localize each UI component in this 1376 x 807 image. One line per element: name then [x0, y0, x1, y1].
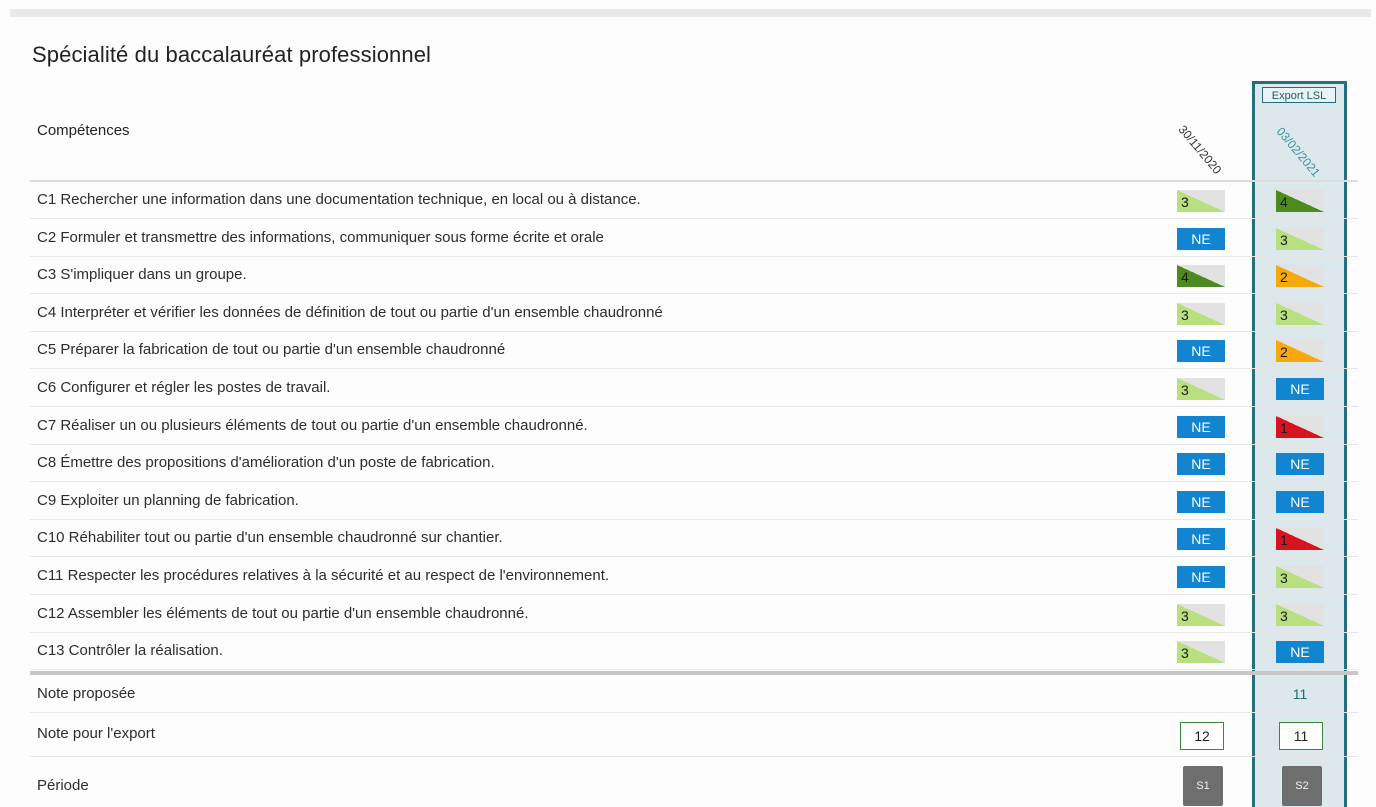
evaluation-badge-1[interactable]: 3	[1177, 641, 1225, 664]
evaluation-level: 2	[1280, 269, 1288, 286]
competence-label: C5 Préparer la fabrication de tout ou pa…	[37, 341, 506, 359]
top-separator	[10, 9, 1371, 17]
evaluation-level: 4	[1280, 194, 1288, 210]
evaluation-badge-2[interactable]: 3	[1276, 603, 1324, 626]
competence-row: C3 S'impliquer dans un groupe. 4 2	[30, 257, 1358, 295]
evaluation-badge-2[interactable]: NE	[1276, 641, 1324, 664]
evaluation-badge-2[interactable]: 2	[1276, 340, 1324, 363]
note-export-row: Note pour l'export 12 11	[30, 713, 1358, 757]
periode-s1-button[interactable]: S1	[1183, 766, 1223, 806]
evaluation-badge-2[interactable]: 4	[1276, 190, 1324, 212]
evaluation-badge-1[interactable]: 3	[1177, 378, 1225, 400]
competence-row: C13 Contrôler la réalisation. 3 NE	[30, 633, 1358, 671]
competence-row: C6 Configurer et régler les postes de tr…	[30, 370, 1358, 407]
note-proposee-row: Note proposée 11	[30, 675, 1358, 713]
note-export-label: Note pour l'export	[37, 725, 155, 742]
competence-row: C11 Respecter les procédures relatives à…	[30, 558, 1358, 595]
evaluation-level: 1	[1280, 532, 1288, 549]
evaluation-badge-1[interactable]: NE	[1177, 566, 1225, 588]
competence-row: C12 Assembler les éléments de tout ou pa…	[30, 596, 1358, 633]
evaluation-badge-1[interactable]: 4	[1177, 265, 1225, 288]
evaluation-badge-1[interactable]: 3	[1177, 603, 1225, 626]
competence-row: C4 Interpréter et vérifier les données d…	[30, 295, 1358, 332]
evaluation-badge-2[interactable]: 1	[1276, 415, 1324, 438]
competence-row: C5 Préparer la fabrication de tout ou pa…	[30, 332, 1358, 370]
note-proposee-label: Note proposée	[37, 685, 136, 702]
evaluation-badge-2[interactable]: 3	[1276, 302, 1324, 325]
competence-label: C4 Interpréter et vérifier les données d…	[37, 303, 663, 321]
evaluation-badge-2[interactable]: 2	[1276, 265, 1324, 288]
competence-label: C12 Assembler les éléments de tout ou pa…	[37, 604, 529, 622]
note-export-input-2[interactable]: 11	[1279, 722, 1323, 750]
evaluation-level: 1	[1280, 419, 1288, 436]
evaluation-level: 3	[1280, 607, 1288, 624]
evaluation-badge-1[interactable]: 3	[1177, 302, 1225, 325]
evaluation-badge-1[interactable]: NE	[1177, 415, 1225, 438]
competence-label: C8 Émettre des propositions d'améliorati…	[37, 454, 495, 472]
competence-row: C10 Réhabiliter tout ou partie d'un ense…	[30, 520, 1358, 558]
evaluation-badge-2[interactable]: 3	[1276, 227, 1324, 250]
evaluation-level: 3	[1181, 306, 1189, 323]
evaluation-level: 3	[1280, 306, 1288, 323]
evaluation-badge-2[interactable]: NE	[1276, 490, 1324, 513]
competence-label: C7 Réaliser un ou plusieurs éléments de …	[37, 416, 588, 434]
competences-header: Compétences	[37, 122, 130, 139]
evaluation-badge-1[interactable]: 3	[1177, 190, 1225, 212]
competence-row: C9 Exploiter un planning de fabrication.…	[30, 483, 1358, 520]
note-proposee-value: 11	[1292, 686, 1308, 702]
evaluation-badge-2[interactable]: NE	[1276, 378, 1324, 400]
competence-label: C6 Configurer et régler les postes de tr…	[37, 379, 331, 396]
competence-row: C7 Réaliser un ou plusieurs éléments de …	[30, 408, 1358, 445]
evaluation-badge-1[interactable]: NE	[1177, 453, 1225, 476]
periode-s2-button[interactable]: S2	[1282, 766, 1322, 806]
competence-label: C1 Rechercher une information dans une d…	[37, 191, 641, 208]
evaluation-level: 3	[1181, 645, 1189, 662]
competence-label: C3 S'impliquer dans un groupe.	[37, 266, 247, 284]
evaluation-level: 3	[1280, 570, 1288, 586]
date-column-header-1: 30/11/2020	[1175, 122, 1225, 177]
evaluation-badge-2[interactable]: 3	[1276, 566, 1324, 588]
export-lsl-button[interactable]: Export LSL	[1262, 87, 1336, 103]
evaluation-badge-2[interactable]: NE	[1276, 453, 1324, 476]
evaluation-badge-1[interactable]: NE	[1177, 490, 1225, 513]
evaluation-level: 4	[1181, 269, 1189, 286]
evaluation-level: 3	[1280, 231, 1288, 248]
note-export-input-1[interactable]: 12	[1180, 722, 1224, 750]
evaluation-badge-1[interactable]: NE	[1177, 340, 1225, 363]
evaluation-level: 3	[1181, 382, 1189, 398]
competence-row: C2 Formuler et transmettre des informati…	[30, 220, 1358, 257]
competence-label: C11 Respecter les procédures relatives à…	[37, 567, 610, 584]
competence-label: C2 Formuler et transmettre des informati…	[37, 228, 604, 246]
evaluation-badge-2[interactable]: 1	[1276, 528, 1324, 551]
competence-label: C13 Contrôler la réalisation.	[37, 642, 223, 660]
periode-label: Période	[37, 777, 89, 794]
evaluation-level: 3	[1181, 607, 1189, 624]
competence-row: C8 Émettre des propositions d'améliorati…	[30, 445, 1358, 483]
competence-label: C10 Réhabiliter tout ou partie d'un ense…	[37, 529, 503, 547]
evaluation-level: 3	[1181, 194, 1189, 210]
evaluation-badge-1[interactable]: NE	[1177, 227, 1225, 250]
evaluation-level: 2	[1280, 344, 1288, 361]
page-title: Spécialité du baccalauréat professionnel	[32, 42, 432, 67]
evaluation-badge-1[interactable]: NE	[1177, 528, 1225, 551]
competence-row: C1 Rechercher une information dans une d…	[30, 182, 1358, 219]
competence-label: C9 Exploiter un planning de fabrication.	[37, 491, 299, 509]
periode-row: Période S1 S2	[30, 757, 1358, 807]
